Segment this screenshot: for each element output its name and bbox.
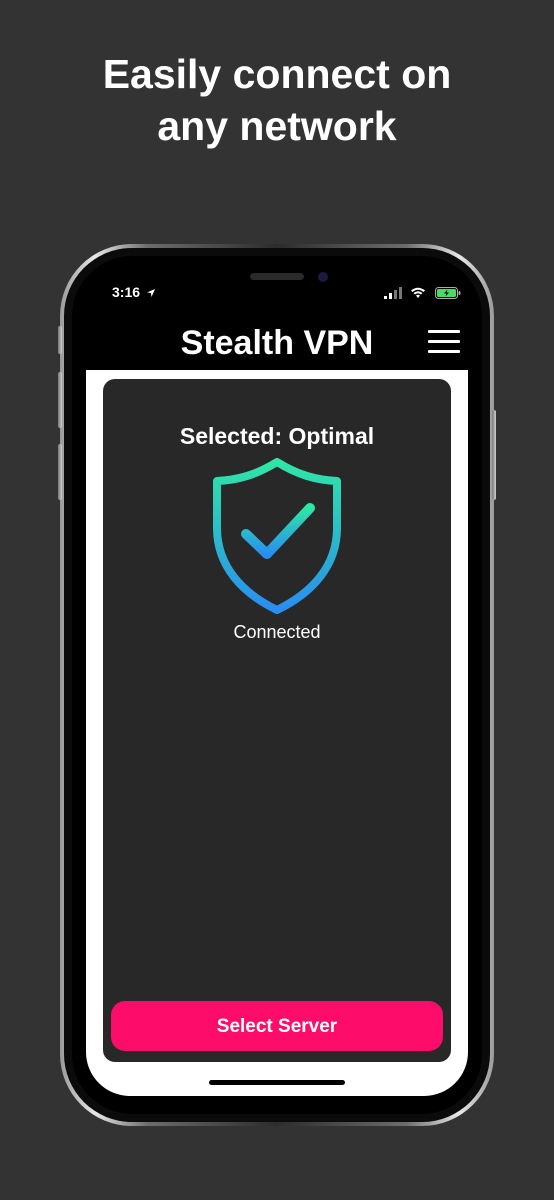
home-indicator[interactable] <box>209 1080 345 1085</box>
status-bar-time: 3:16 <box>112 284 156 300</box>
earpiece-speaker <box>250 273 304 280</box>
volume-up-button <box>58 372 62 428</box>
battery-charging-icon <box>434 286 461 299</box>
volume-down-button <box>58 444 62 500</box>
promo-headline: Easily connect on any network <box>0 48 554 152</box>
status-time-text: 3:16 <box>112 284 141 300</box>
shield-check-icon <box>213 458 341 614</box>
promo-headline-line2: any network <box>157 103 397 149</box>
hamburger-menu-icon[interactable] <box>428 328 460 356</box>
status-bar-indicators <box>384 284 461 300</box>
location-arrow-icon <box>146 289 155 297</box>
promo-headline-line1: Easily connect on <box>102 51 452 97</box>
selected-server-label: Selected: Optimal <box>179 423 375 449</box>
power-button <box>492 410 496 500</box>
select-server-button[interactable]: Select Server <box>111 1001 443 1051</box>
front-camera <box>318 272 328 282</box>
wifi-icon <box>411 287 426 298</box>
app-title: Stealth VPN <box>180 324 374 362</box>
connection-status-text: Connected <box>233 622 321 642</box>
signal-icon <box>384 286 402 299</box>
